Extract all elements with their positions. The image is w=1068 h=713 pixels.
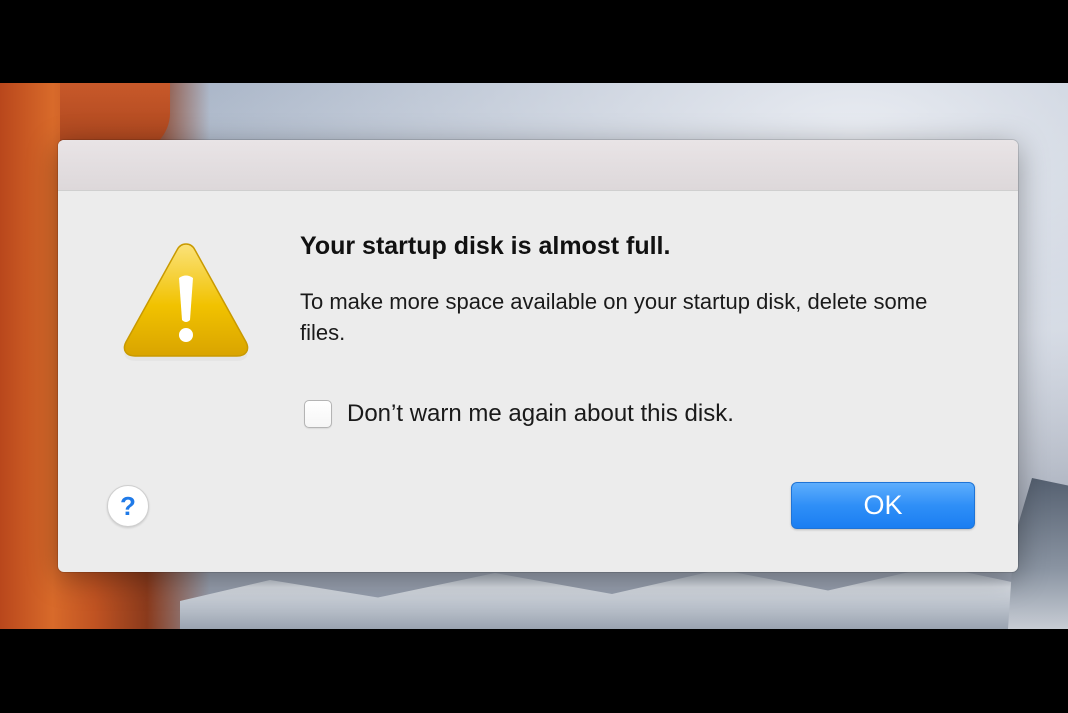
warning-triangle-icon (120, 240, 252, 362)
dialog-titlebar (58, 140, 1018, 191)
dont-warn-checkbox-label[interactable]: Don’t warn me again about this disk. (347, 400, 734, 428)
alert-dialog: Your startup disk is almost full. To mak… (58, 140, 1018, 572)
dialog-title: Your startup disk is almost full. (300, 232, 671, 260)
ok-button-label: OK (863, 490, 903, 520)
help-icon: ? (120, 490, 136, 521)
screen: Your startup disk is almost full. To mak… (0, 0, 1068, 713)
help-button[interactable]: ? (107, 485, 149, 527)
dont-warn-checkbox-row[interactable]: Don’t warn me again about this disk. (304, 398, 734, 430)
dont-warn-checkbox[interactable] (304, 400, 332, 428)
dialog-message: To make more space available on your sta… (300, 289, 928, 345)
ok-button[interactable]: OK (791, 482, 975, 529)
